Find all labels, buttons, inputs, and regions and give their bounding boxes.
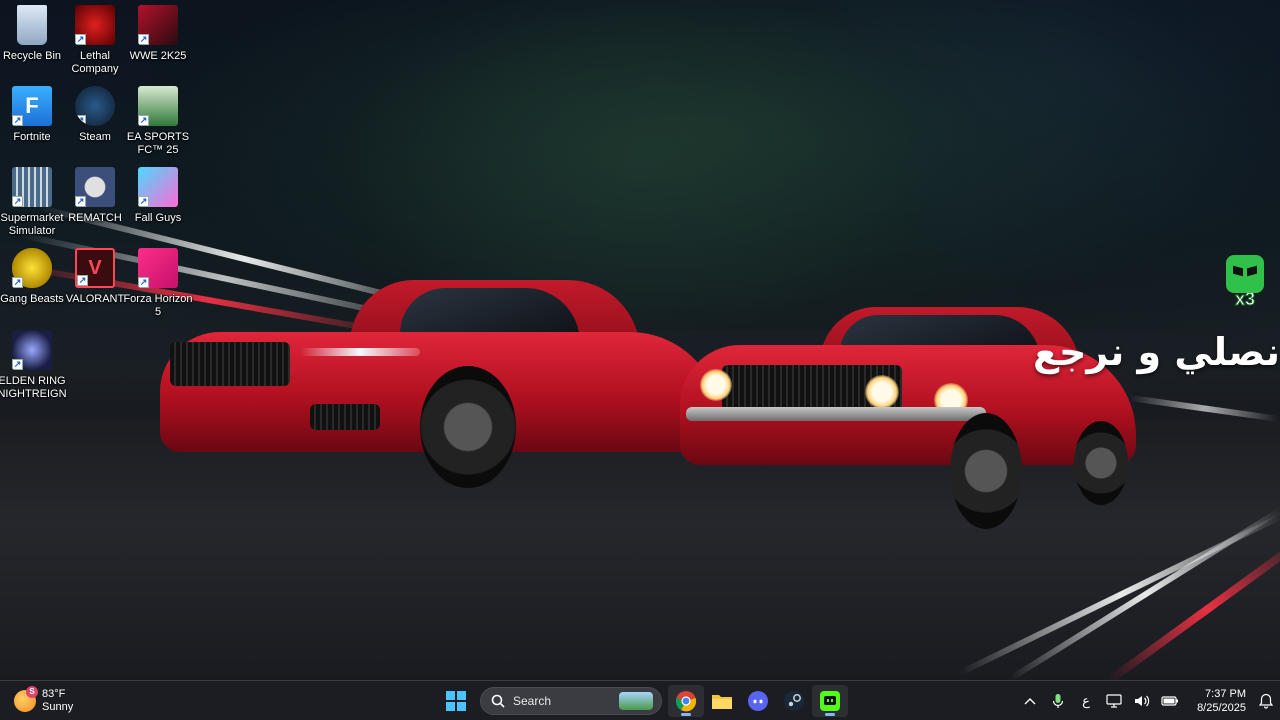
fortnite-icon: F ↗ (12, 86, 52, 126)
icon-label: VALORANT (65, 293, 125, 305)
ea-sports-fc-icon: ↗ (138, 86, 178, 126)
start-button[interactable] (438, 685, 474, 717)
desktop-icon-forza-horizon-5[interactable]: ↗ Forza Horizon 5 (123, 248, 193, 319)
icon-label: Forza Horizon 5 (123, 293, 193, 318)
desktop-icon-supermarket-simulator[interactable]: ↗ Supermarket Simulator (0, 167, 64, 238)
folder-icon (712, 695, 732, 709)
supermarket-simulator-icon: ↗ (12, 167, 52, 207)
discord-icon (748, 691, 768, 711)
taskbar-discord[interactable] (740, 685, 776, 717)
light-streak (1129, 395, 1279, 422)
desktop-wallpaper: Recycle Bin ↗ Lethal Company ↗ WWE 2K25 … (0, 0, 1280, 680)
desktop-icon-recycle-bin[interactable]: Recycle Bin (0, 5, 64, 63)
x3-badge: x3 (1226, 255, 1264, 311)
taskbar-streaming-app[interactable] (812, 685, 848, 717)
search-highlight-icon (619, 692, 653, 710)
sun-icon: S (14, 686, 38, 712)
windows-icon (446, 691, 466, 711)
lethal-company-icon: ↗ (75, 5, 115, 45)
search-label: Search (513, 694, 552, 708)
battery-icon[interactable] (1156, 685, 1184, 717)
weather-badge: S (26, 686, 38, 698)
icon-label: Fall Guys (134, 212, 182, 224)
valorant-icon: V ↗ (75, 248, 115, 288)
taskbar-steam[interactable] (776, 685, 812, 717)
clock-date: 8/25/2025 (1197, 702, 1246, 714)
desktop-icon-wwe-2k25[interactable]: ↗ WWE 2K25 (126, 5, 190, 63)
microphone-icon[interactable] (1044, 685, 1072, 717)
desktop-icon-fortnite[interactable]: F ↗ Fortnite (0, 86, 64, 144)
gang-beasts-icon: ↗ (12, 248, 52, 288)
desktop-icon-lethal-company[interactable]: ↗ Lethal Company (63, 5, 127, 76)
angry-face-icon (1226, 255, 1264, 293)
icon-label: Steam (79, 131, 111, 143)
desktop-icon-steam[interactable]: ↗ Steam (63, 86, 127, 144)
taskbar-file-explorer[interactable] (704, 685, 740, 717)
weather-condition: Sunny (42, 701, 74, 713)
desktop-icon-ea-sports-fc-25[interactable]: ↗ EA SPORTS FC™ 25 (126, 86, 190, 157)
desktop-icon-gang-beasts[interactable]: ↗ Gang Beasts (0, 248, 64, 306)
taskbar-search[interactable]: Search (480, 687, 662, 715)
volume-icon[interactable] (1128, 685, 1156, 717)
red-modern-car (160, 276, 720, 496)
icon-label: Fortnite (13, 131, 51, 143)
taskbar: S 83°F Sunny Search ع 7:37 PM 8/25/2025 (0, 680, 1280, 720)
wwe-2k25-icon: ↗ (138, 5, 178, 45)
rematch-icon: ↗ (75, 167, 115, 207)
desktop-icon-rematch[interactable]: ↗ REMATCH (63, 167, 127, 225)
forza-horizon-5-icon: ↗ (138, 248, 178, 288)
icon-label: ELDEN RING NIGHTREIGN (0, 375, 67, 400)
weather-widget[interactable]: S 83°F Sunny (14, 685, 104, 717)
desktop-icon-valorant[interactable]: V ↗ VALORANT (63, 248, 127, 306)
chrome-icon (675, 691, 697, 712)
recycle-bin-icon (17, 5, 47, 45)
input-language-indicator[interactable]: ع (1072, 685, 1100, 717)
streaming-app-icon (820, 691, 840, 711)
steam-icon: ↗ (75, 86, 115, 126)
desktop-icon-elden-ring-nightreign[interactable]: ↗ ELDEN RING NIGHTREIGN (0, 330, 67, 401)
icon-label: Supermarket Simulator (0, 212, 64, 237)
icon-label: REMATCH (68, 212, 122, 224)
network-icon[interactable] (1100, 685, 1128, 717)
taskbar-chrome[interactable] (668, 685, 704, 717)
system-tray: ع 7:37 PM 8/25/2025 (1016, 681, 1280, 720)
desktop-icon-fall-guys[interactable]: ↗ Fall Guys (126, 167, 190, 225)
search-icon (491, 694, 505, 708)
weather-temp: 83°F (42, 688, 66, 700)
notification-bell-icon[interactable] (1252, 685, 1280, 717)
taskbar-clock[interactable]: 7:37 PM 8/25/2025 (1184, 687, 1246, 715)
icon-label: WWE 2K25 (129, 50, 187, 62)
icon-label: Recycle Bin (2, 50, 62, 62)
icon-label: Gang Beasts (0, 293, 64, 305)
elden-ring-nightreign-icon: ↗ (12, 330, 52, 370)
icon-label: EA SPORTS FC™ 25 (126, 131, 190, 156)
chevron-up-icon[interactable] (1016, 685, 1044, 717)
fall-guys-icon: ↗ (138, 167, 178, 207)
clock-time: 7:37 PM (1205, 688, 1246, 700)
icon-label: Lethal Company (71, 50, 119, 75)
steam-icon (784, 691, 804, 711)
arabic-overlay-text: نصلي و نرجع (1033, 330, 1280, 374)
